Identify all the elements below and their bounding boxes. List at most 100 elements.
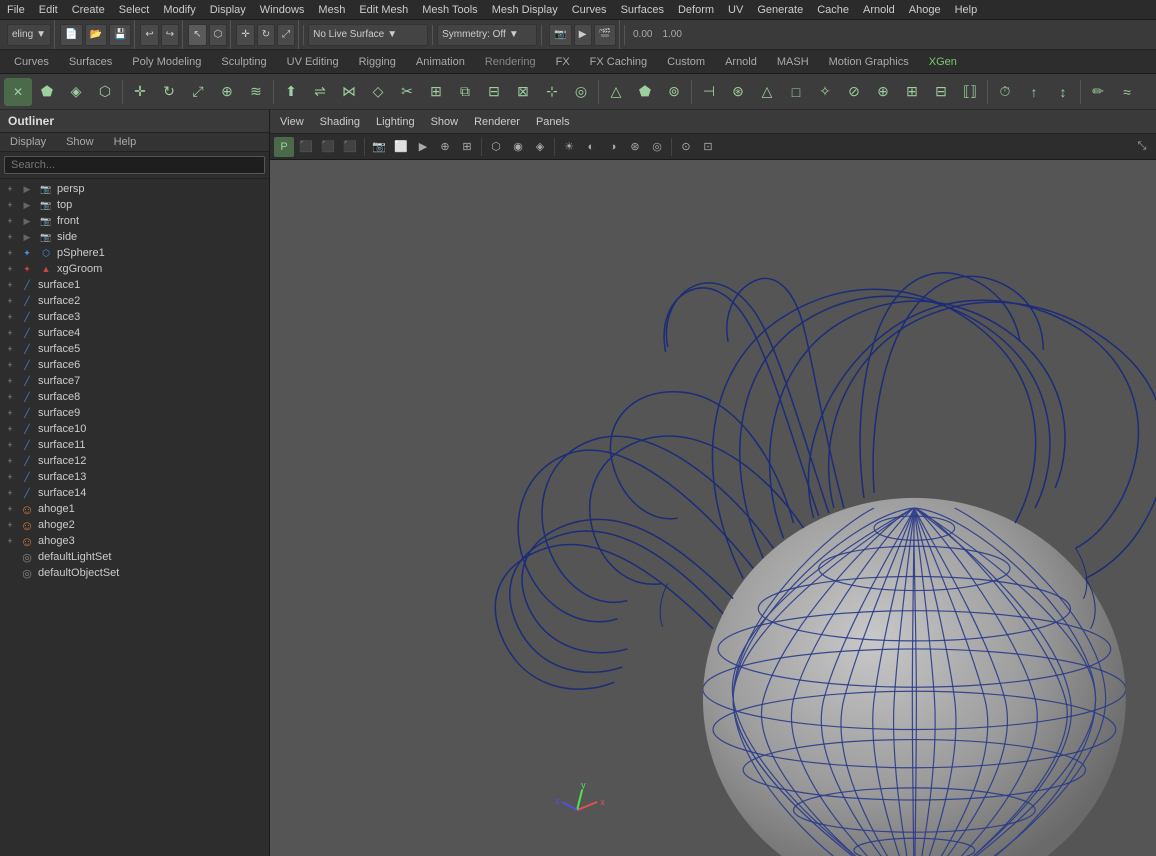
- flip-normals-icon[interactable]: ↕: [1049, 78, 1077, 106]
- outliner-item-surface2[interactable]: + ╱ surface2: [0, 293, 269, 309]
- menu-ahoge[interactable]: Ahoge: [902, 2, 948, 18]
- menu-mesh[interactable]: Mesh: [311, 2, 352, 18]
- redo-button[interactable]: ↪: [161, 24, 179, 46]
- merge-icon[interactable]: ⋈: [335, 78, 363, 106]
- tab-sculpting[interactable]: Sculpting: [211, 53, 276, 71]
- menu-file[interactable]: File: [0, 2, 32, 18]
- tab-fx[interactable]: FX: [546, 53, 580, 71]
- select-all-icon[interactable]: ✕: [4, 78, 32, 106]
- bridge-icon[interactable]: ⇌: [306, 78, 334, 106]
- menu-modify[interactable]: Modify: [156, 2, 202, 18]
- open-scene-button[interactable]: 📂: [85, 24, 107, 46]
- vp-filmgate-icon[interactable]: ⬜: [391, 137, 411, 157]
- ipr-button[interactable]: 🎬: [594, 24, 616, 46]
- cleanup-icon[interactable]: ✧: [811, 78, 839, 106]
- symmetry-dropdown[interactable]: Symmetry: Off ▼: [437, 24, 537, 46]
- tab-surfaces[interactable]: Surfaces: [59, 53, 122, 71]
- outliner-item-surface4[interactable]: + ╱ surface4: [0, 325, 269, 341]
- outliner-item-surface8[interactable]: + ╱ surface8: [0, 389, 269, 405]
- vp-texture-icon[interactable]: ◈: [530, 137, 550, 157]
- vp-shadow-icon[interactable]: ◐: [581, 137, 601, 157]
- menu-generate[interactable]: Generate: [750, 2, 810, 18]
- universal-manip-icon[interactable]: ⊕: [213, 78, 241, 106]
- bevel-icon[interactable]: ◇: [364, 78, 392, 106]
- vp-menu-lighting[interactable]: Lighting: [370, 114, 421, 130]
- tab-custom[interactable]: Custom: [657, 53, 715, 71]
- menu-mesh-display[interactable]: Mesh Display: [485, 2, 565, 18]
- outliner-item-surface14[interactable]: + ╱ surface14: [0, 485, 269, 501]
- extrude-icon[interactable]: ⬆: [277, 78, 305, 106]
- save-scene-button[interactable]: 💾: [109, 24, 131, 46]
- soft-select-icon[interactable]: ≋: [242, 78, 270, 106]
- lasso-select-button[interactable]: ⬡: [209, 24, 228, 46]
- move-tool-button[interactable]: ✛: [236, 24, 254, 46]
- connect-icon[interactable]: ⊞: [898, 78, 926, 106]
- smooth-icon[interactable]: ⊛: [724, 78, 752, 106]
- vp-menu-view[interactable]: View: [274, 114, 310, 130]
- outliner-item-ahoge1[interactable]: + ☺ ahoge1: [0, 501, 269, 517]
- tab-motion-graphics[interactable]: Motion Graphics: [819, 53, 919, 71]
- tab-mash[interactable]: MASH: [767, 53, 819, 71]
- detach-icon[interactable]: ⊟: [927, 78, 955, 106]
- slide-edge-icon[interactable]: ⊠: [509, 78, 537, 106]
- menu-edit-mesh[interactable]: Edit Mesh: [352, 2, 415, 18]
- vp-xray-icon[interactable]: ⊙: [676, 137, 696, 157]
- quad-icon[interactable]: □: [782, 78, 810, 106]
- vp-playblast-icon[interactable]: ▶: [413, 137, 433, 157]
- menu-mesh-tools[interactable]: Mesh Tools: [415, 2, 484, 18]
- tab-rendering[interactable]: Rendering: [475, 53, 546, 71]
- vp-top-icon[interactable]: ⬛: [296, 137, 316, 157]
- search-input[interactable]: [4, 156, 265, 174]
- menu-windows[interactable]: Windows: [253, 2, 312, 18]
- tab-animation[interactable]: Animation: [406, 53, 475, 71]
- outliner-item-ahoge3[interactable]: + ☺ ahoge3: [0, 533, 269, 549]
- fill-hole-icon[interactable]: ⬟: [631, 78, 659, 106]
- live-surface-dropdown[interactable]: No Live Surface ▼: [308, 24, 428, 46]
- scale-tool-button[interactable]: ⤢: [277, 24, 295, 46]
- camera-button[interactable]: 📷: [549, 24, 571, 46]
- reduce-icon[interactable]: ⊘: [840, 78, 868, 106]
- tab-xgen[interactable]: XGen: [919, 53, 967, 71]
- outliner-item-surface3[interactable]: + ╱ surface3: [0, 309, 269, 325]
- outliner-item-surface9[interactable]: + ╱ surface9: [0, 405, 269, 421]
- menu-display[interactable]: Display: [203, 2, 253, 18]
- outliner-item-surface12[interactable]: + ╱ surface12: [0, 453, 269, 469]
- vp-menu-panels[interactable]: Panels: [530, 114, 576, 130]
- vp-wireframe-icon[interactable]: ⬡: [486, 137, 506, 157]
- vp-ao-icon[interactable]: ◑: [603, 137, 623, 157]
- normals-icon[interactable]: ↑: [1020, 78, 1048, 106]
- mode-dropdown[interactable]: eling ▼: [7, 24, 51, 46]
- vp-smooth-icon[interactable]: ◉: [508, 137, 528, 157]
- select-tool-button[interactable]: ↖: [188, 24, 206, 46]
- outliner-item-surface13[interactable]: + ╱ surface13: [0, 469, 269, 485]
- wedge-icon[interactable]: ⊹: [538, 78, 566, 106]
- outliner-item-persp[interactable]: + ▶ 📷 persp: [0, 181, 269, 197]
- undo-button[interactable]: ↩: [140, 24, 158, 46]
- vp-aa-icon[interactable]: ⊛: [625, 137, 645, 157]
- tab-uv-editing[interactable]: UV Editing: [277, 53, 349, 71]
- outliner-tab-show[interactable]: Show: [56, 133, 104, 151]
- outliner-item-defaultlightset[interactable]: ◎ defaultLightSet: [0, 549, 269, 565]
- circularize-icon[interactable]: ◎: [567, 78, 595, 106]
- vp-light-icon[interactable]: ☀: [559, 137, 579, 157]
- vp-isolate-icon[interactable]: ⊡: [698, 137, 718, 157]
- vp-dof-icon[interactable]: ◎: [647, 137, 667, 157]
- vp-menu-renderer[interactable]: Renderer: [468, 114, 526, 130]
- loop-cut-icon[interactable]: ⊞: [422, 78, 450, 106]
- outliner-tab-display[interactable]: Display: [0, 133, 56, 151]
- vp-snap-icon[interactable]: ⊕: [435, 137, 455, 157]
- outliner-item-surface1[interactable]: + ╱ surface1: [0, 277, 269, 293]
- vp-side-icon[interactable]: ⬛: [340, 137, 360, 157]
- mirror-icon[interactable]: ⊣: [695, 78, 723, 106]
- select-face-icon[interactable]: ⬡: [91, 78, 119, 106]
- outliner-item-surface10[interactable]: + ╱ surface10: [0, 421, 269, 437]
- outliner-item-surface5[interactable]: + ╱ surface5: [0, 341, 269, 357]
- insert-loop-icon[interactable]: ⊟: [480, 78, 508, 106]
- render-button[interactable]: ▶: [574, 24, 592, 46]
- boolean-icon[interactable]: ⊕: [869, 78, 897, 106]
- new-scene-button[interactable]: 📄: [60, 24, 82, 46]
- vp-front-icon[interactable]: ⬛: [318, 137, 338, 157]
- menu-help[interactable]: Help: [948, 2, 985, 18]
- rotate-icon[interactable]: ↻: [155, 78, 183, 106]
- vp-menu-show[interactable]: Show: [425, 114, 465, 130]
